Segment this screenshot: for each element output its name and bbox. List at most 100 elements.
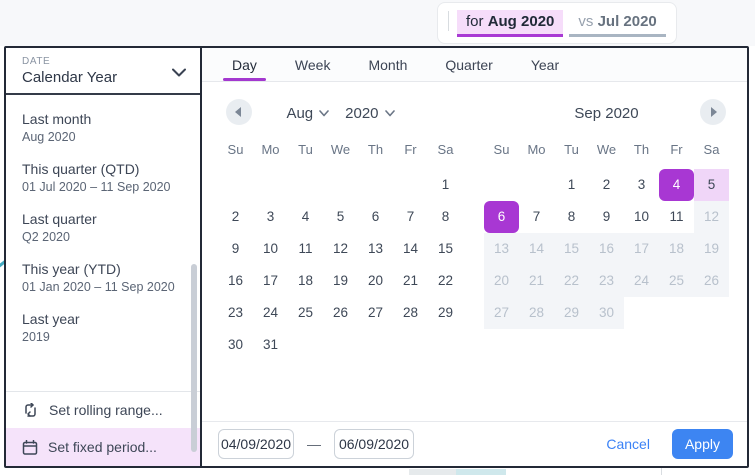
sidebar-actions: Set rolling range... Set fixed period... [6, 391, 200, 466]
calendar-header: Aug 2020 Sep 2020 [218, 99, 731, 127]
month-select[interactable]: Aug [286, 105, 329, 122]
calendar-day-2[interactable]: 2 [218, 201, 253, 233]
calendar-area: Aug 2020 Sep 2020 SuMoTuWeThFrS [202, 82, 747, 421]
date-dimension-label: DATE [22, 56, 186, 67]
action-set-rolling-range[interactable]: Set rolling range... [6, 392, 200, 428]
calendar-day-30[interactable]: 30 [218, 329, 253, 361]
calendar-day-8[interactable]: 8 [554, 201, 589, 233]
next-month-button[interactable] [700, 99, 726, 125]
calendar-cell-empty [393, 329, 428, 361]
calendar-day-3[interactable]: 3 [253, 201, 288, 233]
calendar-day-6[interactable]: 6 [358, 201, 393, 233]
weekday-label: Mo [253, 138, 288, 162]
calendar-day-10[interactable]: 10 [624, 201, 659, 233]
preset-item-last-month[interactable]: Last monthAug 2020 [6, 102, 200, 152]
preset-item-last-quarter[interactable]: Last quarterQ2 2020 [6, 202, 200, 252]
range-start-input[interactable] [218, 429, 294, 459]
calendar-day-7[interactable]: 7 [519, 201, 554, 233]
calendar-day-25: 25 [659, 265, 694, 297]
calendar-day-7[interactable]: 7 [393, 201, 428, 233]
calendar-day-13[interactable]: 13 [358, 233, 393, 265]
preset-title: This quarter (QTD) [22, 161, 184, 177]
calendar-day-31[interactable]: 31 [253, 329, 288, 361]
calendar-day-9[interactable]: 9 [589, 201, 624, 233]
preset-title: This year (YTD) [22, 261, 184, 277]
calendar-day-14: 14 [519, 233, 554, 265]
calendar-day-8[interactable]: 8 [428, 201, 463, 233]
chevron-down-icon [172, 68, 186, 77]
calendar-day-29: 29 [554, 297, 589, 329]
primary-period-prefix: for [466, 13, 488, 30]
tab-day[interactable]: Day [228, 48, 261, 81]
calendar-day-5[interactable]: 5 [323, 201, 358, 233]
calendar-day-17[interactable]: 17 [253, 265, 288, 297]
calendar-day-22[interactable]: 22 [428, 265, 463, 297]
tab-year[interactable]: Year [527, 48, 563, 81]
calendar-day-27[interactable]: 27 [358, 297, 393, 329]
preset-item-this-year-ytd[interactable]: This year (YTD)01 Jan 2020 – 11 Sep 2020 [6, 252, 200, 302]
action-set-fixed-period[interactable]: Set fixed period... [6, 428, 200, 466]
calendar-day-16[interactable]: 16 [218, 265, 253, 297]
background-chart-bar [409, 469, 456, 475]
action-label: Set fixed period... [48, 439, 157, 455]
calendar-week-row: 12345 [484, 169, 729, 201]
year-select[interactable]: 2020 [345, 105, 394, 122]
calendar-day-11[interactable]: 11 [288, 233, 323, 265]
tab-month[interactable]: Month [364, 48, 411, 81]
calendar-day-15[interactable]: 15 [428, 233, 463, 265]
calendar-day-29[interactable]: 29 [428, 297, 463, 329]
weekday-label: We [323, 138, 358, 162]
calendar-day-25[interactable]: 25 [288, 297, 323, 329]
calendar-day-20[interactable]: 20 [358, 265, 393, 297]
calendar-day-19[interactable]: 19 [323, 265, 358, 297]
preset-item-last-year[interactable]: Last year2019 [6, 302, 200, 352]
scrollbar-thumb[interactable] [191, 264, 197, 452]
secondary-period-value: Jul 2020 [598, 13, 657, 30]
calendar-day-9[interactable]: 9 [218, 233, 253, 265]
calendar-day-5[interactable]: 5 [694, 169, 729, 201]
calendar-day-30: 30 [589, 297, 624, 329]
primary-period-chip[interactable]: for Aug 2020 [457, 10, 563, 37]
calendar-day-21: 21 [519, 265, 554, 297]
calendar-day-3[interactable]: 3 [624, 169, 659, 201]
calendar-day-10[interactable]: 10 [253, 233, 288, 265]
calendar-day-21[interactable]: 21 [393, 265, 428, 297]
weekday-label: Tu [554, 138, 589, 162]
weekday-label: Th [624, 138, 659, 162]
calendar-day-2[interactable]: 2 [589, 169, 624, 201]
calendar-cell-empty [484, 169, 519, 201]
date-dimension-select[interactable]: DATE Calendar Year [6, 48, 200, 95]
calendar-day-4[interactable]: 4 [659, 169, 694, 201]
calendar-day-23[interactable]: 23 [218, 297, 253, 329]
calendar-day-6[interactable]: 6 [484, 201, 519, 233]
range-footer: — Cancel Apply [202, 421, 747, 466]
calendar-day-1[interactable]: 1 [428, 169, 463, 201]
calendar-day-24[interactable]: 24 [253, 297, 288, 329]
cancel-button[interactable]: Cancel [606, 436, 650, 452]
calendar-day-14[interactable]: 14 [393, 233, 428, 265]
apply-button[interactable]: Apply [672, 429, 733, 459]
calendar-day-12[interactable]: 12 [323, 233, 358, 265]
calendar-week-row: 2345678 [218, 201, 463, 233]
calendar-day-26[interactable]: 26 [323, 297, 358, 329]
calendar-icon [22, 440, 38, 455]
weekday-label: Mo [519, 138, 554, 162]
preset-title: Last year [22, 311, 184, 327]
calendar-cell-empty [519, 169, 554, 201]
calendar-day-11[interactable]: 11 [659, 201, 694, 233]
preset-item-this-quarter-qtd[interactable]: This quarter (QTD)01 Jul 2020 – 11 Sep 2… [6, 152, 200, 202]
calendar-week-row: 27282930 [484, 297, 729, 329]
secondary-period-chip[interactable]: vs Jul 2020 [569, 10, 665, 37]
arrow-left-icon [235, 107, 241, 117]
previous-month-button[interactable] [226, 99, 252, 125]
weekday-label: Fr [393, 138, 428, 162]
calendar-day-28[interactable]: 28 [393, 297, 428, 329]
tab-week[interactable]: Week [291, 48, 335, 81]
calendar-day-16: 16 [589, 233, 624, 265]
tab-quarter[interactable]: Quarter [441, 48, 496, 81]
calendar-day-1[interactable]: 1 [554, 169, 589, 201]
calendar-day-18[interactable]: 18 [288, 265, 323, 297]
range-end-input[interactable] [334, 429, 414, 459]
calendar-day-22: 22 [554, 265, 589, 297]
calendar-day-4[interactable]: 4 [288, 201, 323, 233]
